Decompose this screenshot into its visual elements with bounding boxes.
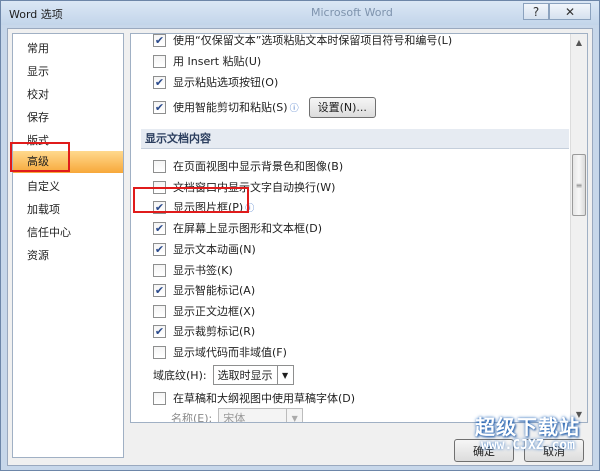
sidebar-item-save[interactable]: 保存 (13, 107, 123, 129)
watermark-url: www.CJXZ.com (481, 438, 575, 453)
sidebar-item-addins[interactable]: 加载项 (13, 199, 123, 221)
field-shading-value: 选取时显示 (217, 369, 273, 382)
option-field-codes[interactable]: 显示域代码而非域值(F) (153, 342, 287, 362)
vertical-scrollbar[interactable]: ▲ ≡ ▼ (570, 34, 587, 422)
option-drawings-textboxes[interactable]: ✔ 在屏幕上显示图形和文本框(D) (153, 218, 322, 238)
dialog-client: 常用 显示 校对 保存 版式 高级 自定义 加载项 信任中心 资源 ✔ 使用“仅… (7, 28, 593, 466)
option-insert-paste[interactable]: 用 Insert 粘贴(U) (153, 51, 261, 71)
option-label: 显示域代码而非域值(F) (173, 346, 287, 359)
settings-button[interactable]: 设置(N)... (308, 96, 376, 118)
chevron-down-icon[interactable]: ▼ (276, 366, 293, 384)
option-label: 在页面视图中显示背景色和图像(B) (173, 160, 344, 173)
window-title: Word 选项 (9, 8, 63, 21)
option-label: 使用“仅保留文本”选项粘贴文本时保留项目符号和编号(L) (173, 34, 453, 47)
word-options-window: Word 选项 Microsoft Word ? ✕ 常用 显示 校对 保存 版… (0, 0, 600, 471)
watermark: 超级下载站 www.CJXZ.com (471, 406, 591, 466)
option-smart-cut-paste[interactable]: ✔ 使用智能剪切和粘贴(S) ⓘ 设置(N)... (153, 95, 376, 119)
font-name-row: 名称(E): 宋体 ▼ (171, 407, 304, 423)
close-button[interactable]: ✕ (549, 3, 591, 20)
font-name-value: 宋体 (223, 412, 246, 423)
option-bookmarks[interactable]: 显示书签(K) (153, 260, 233, 280)
checkbox[interactable]: ✔ (153, 100, 166, 114)
option-text-animation[interactable]: ✔ 显示文本动画(N) (153, 239, 256, 259)
checkbox[interactable]: ✔ (153, 242, 166, 256)
option-page-background[interactable]: 在页面视图中显示背景色和图像(B) (153, 156, 343, 176)
info-icon: ⓘ (289, 103, 299, 114)
checkbox[interactable] (153, 54, 166, 68)
section-header-display-content: 显示文档内容 (141, 129, 569, 149)
checkbox[interactable]: ✔ (153, 200, 166, 214)
info-icon: ⓘ (245, 203, 255, 214)
checkbox[interactable] (153, 263, 166, 277)
option-label: 显示粘贴选项按钮(O) (173, 76, 279, 89)
option-label: 显示文本动画(N) (173, 243, 256, 256)
option-text-boundaries[interactable]: 显示正文边框(X) (153, 301, 255, 321)
scroll-up-icon[interactable]: ▲ (571, 34, 587, 50)
checkbox[interactable] (153, 180, 166, 194)
sidebar-item-advanced[interactable]: 高级 (13, 151, 123, 173)
title-bar[interactable]: Word 选项 Microsoft Word ? ✕ (1, 1, 599, 25)
checkbox[interactable] (153, 345, 166, 359)
checkbox[interactable]: ✔ (153, 75, 166, 89)
option-label: 文档窗口内显示文字自动换行(W) (173, 181, 336, 194)
help-button[interactable]: ? (523, 3, 549, 20)
option-draft-font[interactable]: 在草稿和大纲视图中使用草稿字体(D) (153, 388, 355, 408)
sidebar-item-resources[interactable]: 资源 (13, 245, 123, 267)
checkbox[interactable]: ✔ (153, 34, 166, 47)
field-shading-select[interactable]: 选取时显示 ▼ (212, 365, 294, 385)
checkbox[interactable] (153, 304, 166, 318)
checkbox[interactable]: ✔ (153, 324, 166, 338)
option-label: 显示书签(K) (173, 264, 233, 277)
option-smart-tags[interactable]: ✔ 显示智能标记(A) (153, 280, 255, 300)
checkbox[interactable]: ✔ (153, 221, 166, 235)
sidebar-item-proofing[interactable]: 校对 (13, 84, 123, 106)
option-label: 用 Insert 粘贴(U) (173, 55, 262, 68)
option-label: 显示智能标记(A) (173, 284, 256, 297)
sidebar-item-trust-center[interactable]: 信任中心 (13, 222, 123, 244)
watermark-text: 超级下载站 (475, 415, 580, 439)
sidebar-item-customize[interactable]: 自定义 (13, 176, 123, 198)
sidebar-item-common[interactable]: 常用 (13, 38, 123, 60)
window-buttons: ? ✕ (523, 3, 591, 20)
option-label: 显示图片框(P) (173, 201, 244, 214)
option-label: 在草稿和大纲视图中使用草稿字体(D) (173, 392, 356, 405)
checkbox[interactable]: ✔ (153, 283, 166, 297)
field-shading-label: 域底纹(H): (153, 369, 207, 382)
font-name-label: 名称(E): (171, 412, 213, 423)
option-paste-options-button[interactable]: ✔ 显示粘贴选项按钮(O) (153, 72, 278, 92)
option-label: 使用智能剪切和粘贴(S) (173, 101, 288, 114)
checkbox[interactable] (153, 159, 166, 173)
option-crop-marks[interactable]: ✔ 显示裁剪标记(R) (153, 321, 255, 341)
chevron-down-icon[interactable]: ▼ (286, 409, 302, 422)
options-panel: ✔ 使用“仅保留文本”选项粘贴文本时保留项目符号和编号(L) 用 Insert … (130, 33, 588, 423)
option-keep-bullets[interactable]: ✔ 使用“仅保留文本”选项粘贴文本时保留项目符号和编号(L) (153, 34, 453, 50)
checkbox[interactable] (153, 391, 166, 405)
scroll-thumb[interactable]: ≡ (572, 154, 586, 216)
option-wrap-text[interactable]: 文档窗口内显示文字自动换行(W) (153, 177, 335, 197)
font-name-select[interactable]: 宋体 ▼ (218, 408, 304, 423)
sidebar-item-layout[interactable]: 版式 (13, 130, 123, 152)
sidebar: 常用 显示 校对 保存 版式 高级 自定义 加载项 信任中心 资源 (12, 33, 124, 458)
background-window-title: Microsoft Word (311, 6, 393, 19)
option-label: 显示裁剪标记(R) (173, 325, 256, 338)
field-shading-row: 域底纹(H): 选取时显示 ▼ (153, 364, 294, 386)
sidebar-item-display[interactable]: 显示 (13, 61, 123, 83)
option-label: 显示正文边框(X) (173, 305, 256, 318)
option-label: 在屏幕上显示图形和文本框(D) (173, 222, 323, 235)
option-picture-placeholders[interactable]: ✔ 显示图片框(P) ⓘ (153, 197, 254, 217)
